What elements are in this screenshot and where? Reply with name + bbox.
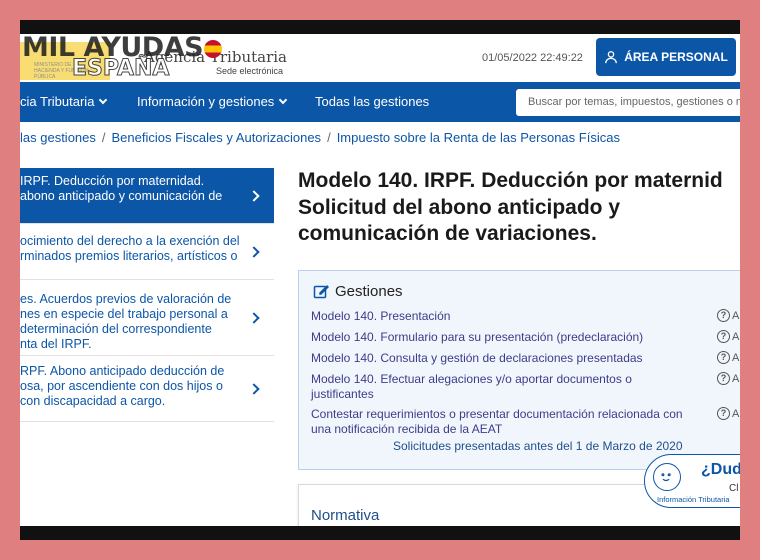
help-label: A xyxy=(732,407,740,420)
help-link[interactable]: ? A xyxy=(717,372,739,385)
sidebar-item-label: es. Acuerdos previos de valoración de xyxy=(20,292,232,306)
gestion-link-presentacion[interactable]: Modelo 140. Presentación xyxy=(311,309,703,324)
help-link[interactable]: ? A xyxy=(717,309,739,322)
nav-item-label: Información y gestiones xyxy=(137,94,275,109)
gestion-link-label: Modelo 140. Efectuar alegaciones y/o apo… xyxy=(311,372,632,386)
agent-face-icon xyxy=(653,463,681,491)
chevron-right-icon xyxy=(248,189,260,202)
help-label: A xyxy=(732,309,740,322)
chevron-right-icon xyxy=(248,245,260,258)
area-personal-label: ÁREA PERSONAL xyxy=(624,50,728,64)
chat-sub: Cl xyxy=(729,483,739,494)
question-icon: ? xyxy=(717,309,730,322)
chevron-down-icon xyxy=(279,95,288,105)
question-icon: ? xyxy=(717,351,730,364)
help-link[interactable]: ? A xyxy=(717,351,739,364)
sidebar-item-acuerdos-previos[interactable]: es. Acuerdos previos de valoración de ne… xyxy=(20,280,274,356)
help-label: A xyxy=(732,330,740,343)
gestiones-note-link[interactable]: Solicitudes presentadas antes del 1 de M… xyxy=(393,439,683,453)
sidebar-item-label: ocimiento del derecho a la exención del xyxy=(20,234,240,248)
sidebar-item-label: con discapacidad a cargo. xyxy=(20,394,166,408)
gestion-link-label: justificantes xyxy=(311,387,374,401)
help-label: A xyxy=(732,351,740,364)
datetime: 01/05/2022 22:49:22 xyxy=(482,52,583,64)
gestiones-heading: Gestiones xyxy=(313,283,403,300)
chevron-right-icon xyxy=(248,382,260,395)
main-nav: cia Tributaria Información y gestiones T… xyxy=(20,82,740,122)
help-link[interactable]: ? A xyxy=(717,407,739,420)
page-title-line: Solicitud del abono anticipado y xyxy=(298,195,621,219)
chat-label: Información Tributaria xyxy=(657,495,730,504)
screenshot-frame: MINISTERIO DE HACIENDA Y FUNCIÓN PÚBLICA… xyxy=(20,20,740,540)
sidebar-item-label: osa, por ascendiente con dos hijos o xyxy=(20,379,223,393)
gestion-link-label: una notificación recibida de la AEAT xyxy=(311,422,503,436)
sidebar-item-label: determinación del correspondiente xyxy=(20,322,212,336)
page: MINISTERIO DE HACIENDA Y FUNCIÓN PÚBLICA… xyxy=(20,34,740,526)
page-title: Modelo 140. IRPF. Deducción por maternid… xyxy=(298,168,740,248)
breadcrumb-separator: / xyxy=(101,130,106,145)
page-title-line: Modelo 140. IRPF. Deducción por maternid xyxy=(298,169,723,192)
nav-item-agencia[interactable]: cia Tributaria xyxy=(20,82,108,122)
chat-question: ¿Dud xyxy=(701,461,740,478)
question-icon: ? xyxy=(717,407,730,420)
nav-item-label: cia Tributaria xyxy=(20,94,95,109)
watermark-subtext: ESPAÑA xyxy=(71,56,170,82)
chat-help-widget[interactable]: ¿Dud Cl Información Tributaria xyxy=(644,454,740,508)
search-input[interactable]: Buscar por temas, impuestos, gestiones o… xyxy=(516,89,740,116)
sidebar-item-label: abono anticipado y comunicación de xyxy=(20,189,223,203)
gestiones-heading-label: Gestiones xyxy=(335,283,403,300)
gestiones-panel: Gestiones Modelo 140. Presentación ? A Mo… xyxy=(298,270,740,470)
nav-item-todas-gestiones[interactable]: Todas las gestiones xyxy=(315,82,429,122)
sidebar-item-label: IRPF. Deducción por maternidad. xyxy=(20,174,205,188)
sidebar-item-label: nes en especie del trabajo personal a xyxy=(20,307,228,321)
question-icon: ? xyxy=(717,372,730,385)
sidebar-item-label: nta del IRPF. xyxy=(20,337,92,351)
gestion-link-label: Modelo 140. Consulta y gestión de declar… xyxy=(311,351,643,365)
edit-icon xyxy=(313,284,329,298)
gestion-link-alegaciones[interactable]: Modelo 140. Efectuar alegaciones y/o apo… xyxy=(311,372,703,402)
site-header: MINISTERIO DE HACIENDA Y FUNCIÓN PÚBLICA… xyxy=(20,34,740,82)
sidebar: IRPF. Deducción por maternidad. abono an… xyxy=(20,168,274,422)
sidebar-item-exencion-premios[interactable]: ocimiento del derecho a la exención del … xyxy=(20,224,274,280)
chevron-down-icon xyxy=(99,95,108,105)
sidebar-item-abono-anticipado[interactable]: RPF. Abono anticipado deducción de osa, … xyxy=(20,356,274,422)
breadcrumb: las gestiones / Beneficios Fiscales y Auto… xyxy=(20,130,620,150)
breadcrumb-link[interactable]: Beneficios Fiscales y Autorizaciones xyxy=(112,130,322,145)
help-label: A xyxy=(732,372,740,385)
chevron-right-icon xyxy=(248,311,260,324)
page-title-line: comunicación de variaciones. xyxy=(298,222,597,245)
breadcrumb-link[interactable]: las gestiones xyxy=(20,130,96,145)
breadcrumb-link[interactable]: Impuesto sobre la Renta de las Personas … xyxy=(337,130,620,145)
gestion-link-label: Modelo 140. Formulario para su presentac… xyxy=(311,330,644,344)
nav-item-label: Todas las gestiones xyxy=(315,94,430,109)
nav-item-informacion[interactable]: Información y gestiones xyxy=(137,82,288,122)
gestion-link-requerimientos[interactable]: Contestar requerimientos o presentar doc… xyxy=(311,407,703,437)
sidebar-item-label: rminados premios literarios, artísticos … xyxy=(20,249,238,263)
area-personal-button[interactable]: ÁREA PERSONAL xyxy=(596,38,736,76)
question-icon: ? xyxy=(717,330,730,343)
gestion-link-formulario[interactable]: Modelo 140. Formulario para su presentac… xyxy=(311,330,703,345)
gestion-link-label: Contestar requerimientos o presentar doc… xyxy=(311,407,683,421)
user-icon xyxy=(605,51,618,64)
sidebar-item-modelo-140[interactable]: IRPF. Deducción por maternidad. abono an… xyxy=(20,168,274,224)
gestion-link-consulta[interactable]: Modelo 140. Consulta y gestión de declar… xyxy=(311,351,703,366)
sidebar-item-label: RPF. Abono anticipado deducción de xyxy=(20,364,225,378)
help-link[interactable]: ? A xyxy=(717,330,739,343)
agency-subtitle: Sede electrónica xyxy=(216,66,284,76)
gestion-link-label: Modelo 140. Presentación xyxy=(311,309,451,323)
normativa-heading: Normativa xyxy=(311,507,380,524)
logo-zone[interactable]: MINISTERIO DE HACIENDA Y FUNCIÓN PÚBLICA… xyxy=(20,34,290,82)
breadcrumb-separator: / xyxy=(327,130,331,145)
spain-flag-icon xyxy=(204,40,222,58)
